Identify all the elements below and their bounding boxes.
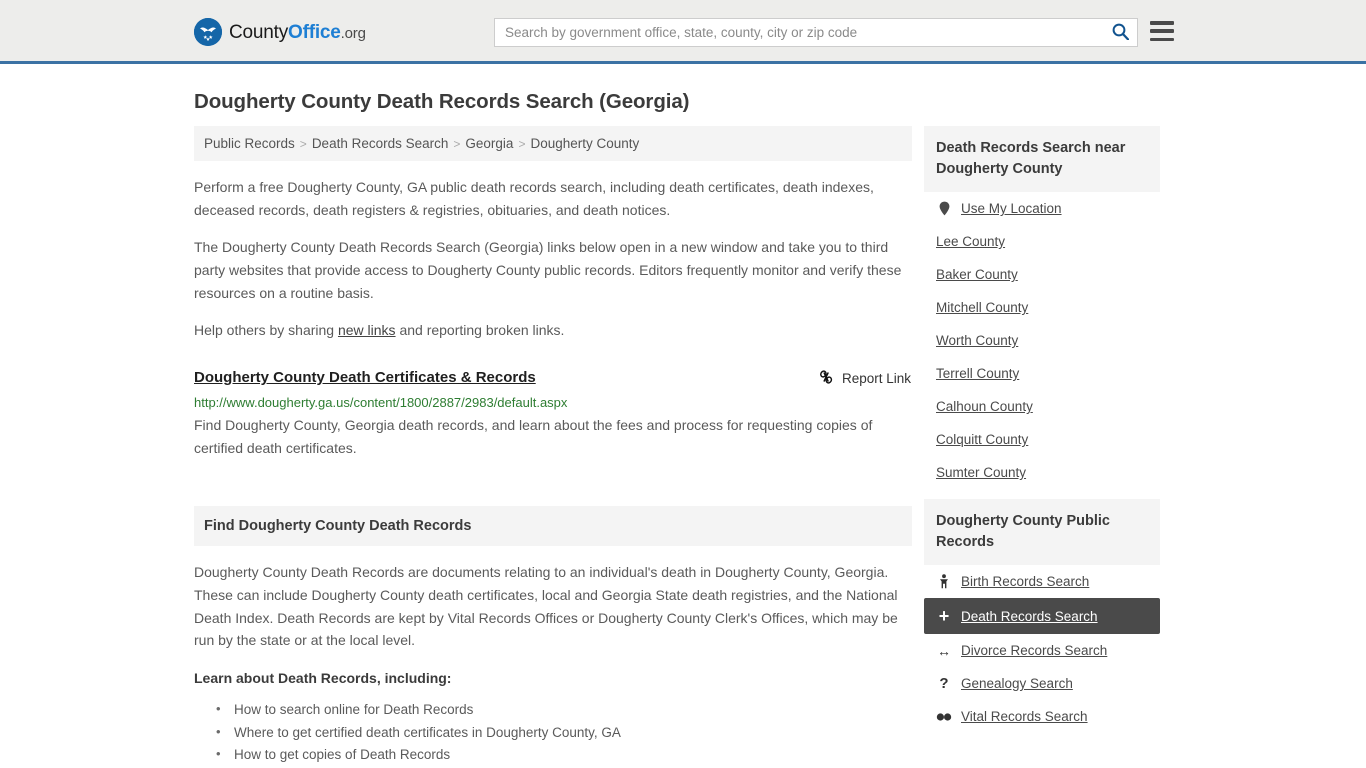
map-pin-icon xyxy=(936,201,952,216)
sidebar-item-label[interactable]: Sumter County xyxy=(936,465,1026,480)
sidebar-item-label[interactable]: Use My Location xyxy=(961,201,1062,216)
hamburger-bar xyxy=(1150,37,1174,41)
result-header-row: Dougherty County Death Certificates & Re… xyxy=(194,369,912,388)
list-item: Where to get certified death certificate… xyxy=(216,722,912,744)
list-item: How to get copies of Death Records xyxy=(216,744,912,766)
sidebar-item-label[interactable]: Colquitt County xyxy=(936,432,1028,447)
sidebar-item-calhoun-county[interactable]: Calhoun County xyxy=(924,390,1160,423)
sidebar-item-label[interactable]: Calhoun County xyxy=(936,399,1033,414)
nearby-searches-list: Use My Location Lee County Baker County … xyxy=(924,192,1160,489)
find-records-body: Dougherty County Death Records are docum… xyxy=(194,564,898,649)
public-records-list: Birth Records Search + Death Records Sea… xyxy=(924,565,1160,733)
help-suffix: and reporting broken links. xyxy=(395,322,565,339)
search-input[interactable] xyxy=(495,19,1103,46)
sidebar-item-lee-county[interactable]: Lee County xyxy=(924,225,1160,258)
page-container: Dougherty County Death Records Search (G… xyxy=(0,90,1366,768)
site-header: CountyOffice.org xyxy=(0,0,1366,64)
logo-part-org: .org xyxy=(340,24,366,42)
sidebar-item-use-my-location[interactable]: Use My Location xyxy=(924,192,1160,225)
sidebar: Death Records Search near Dougherty Coun… xyxy=(924,126,1160,743)
intro-paragraph-1: Perform a free Dougherty County, GA publ… xyxy=(194,179,874,218)
cross-plus-icon: + xyxy=(938,606,950,627)
breadcrumb-item-public-records[interactable]: Public Records xyxy=(204,136,295,151)
learn-about-list: How to search online for Death Records W… xyxy=(194,699,912,768)
sidebar-item-label[interactable]: Baker County xyxy=(936,267,1018,282)
public-records-panel: Dougherty County Public Records Birth Re… xyxy=(924,499,1160,733)
nearby-searches-panel: Death Records Search near Dougherty Coun… xyxy=(924,126,1160,489)
find-records-section-heading: Find Dougherty County Death Records xyxy=(194,506,912,547)
sidebar-item-label[interactable]: Divorce Records Search xyxy=(961,643,1107,658)
main-content: Public Records > Death Records Search > … xyxy=(194,126,912,768)
sidebar-item-genealogy-search[interactable]: ? Genealogy Search xyxy=(924,667,1160,700)
breadcrumb-separator: > xyxy=(518,136,526,151)
logo-part-office: Office xyxy=(288,21,341,43)
intro-paragraph-2: The Dougherty County Death Records Searc… xyxy=(194,239,902,301)
broken-link-icon xyxy=(818,369,834,388)
site-logo-text: CountyOffice.org xyxy=(229,23,366,42)
page-columns: Public Records > Death Records Search > … xyxy=(194,126,1172,768)
result-title-link[interactable]: Dougherty County Death Certificates & Re… xyxy=(194,369,536,386)
breadcrumb: Public Records > Death Records Search > … xyxy=(194,126,912,161)
result-entry: Dougherty County Death Certificates & Re… xyxy=(194,369,912,459)
sidebar-item-label[interactable]: Genealogy Search xyxy=(961,676,1073,691)
sidebar-item-label[interactable]: Birth Records Search xyxy=(961,574,1089,589)
breadcrumb-item-dougherty-county: Dougherty County xyxy=(530,136,640,151)
hamburger-bar xyxy=(1150,21,1174,25)
sidebar-item-vital-records-search[interactable]: Vital Records Search xyxy=(924,700,1160,733)
question-mark-icon: ? xyxy=(939,675,949,693)
sidebar-item-sumter-county[interactable]: Sumter County xyxy=(924,456,1160,489)
site-logo[interactable]: CountyOffice.org xyxy=(194,18,366,46)
nearby-searches-heading: Death Records Search near Dougherty Coun… xyxy=(924,126,1160,193)
search-icon xyxy=(1112,23,1129,43)
learn-about-label: Learn about Death Records, including: xyxy=(194,670,452,687)
sidebar-item-label[interactable]: Mitchell County xyxy=(936,300,1028,315)
sidebar-item-mitchell-county[interactable]: Mitchell County xyxy=(924,291,1160,324)
help-others-text: Help others by sharing new links and rep… xyxy=(194,319,912,342)
sidebar-item-baker-county[interactable]: Baker County xyxy=(924,258,1160,291)
sidebar-item-terrell-county[interactable]: Terrell County xyxy=(924,357,1160,390)
breadcrumb-item-death-records-search[interactable]: Death Records Search xyxy=(312,136,449,151)
sidebar-item-death-records-search[interactable]: + Death Records Search xyxy=(924,598,1160,635)
breadcrumb-separator: > xyxy=(299,136,307,151)
eagle-seal-icon xyxy=(194,18,222,46)
help-prefix: Help others by sharing xyxy=(194,322,338,339)
search-button[interactable] xyxy=(1103,19,1137,46)
hamburger-menu-icon[interactable] xyxy=(1150,21,1174,41)
hamburger-bar xyxy=(1150,29,1174,33)
public-records-heading: Dougherty County Public Records xyxy=(924,499,1160,566)
sidebar-item-worth-county[interactable]: Worth County xyxy=(924,324,1160,357)
binoculars-icon xyxy=(936,712,952,722)
sidebar-item-colquitt-county[interactable]: Colquitt County xyxy=(924,423,1160,456)
left-right-arrow-icon: ↔ xyxy=(937,642,951,659)
page-title: Dougherty County Death Records Search (G… xyxy=(194,90,690,113)
child-icon xyxy=(936,574,952,589)
sidebar-item-label[interactable]: Lee County xyxy=(936,234,1005,249)
sidebar-item-label[interactable]: Worth County xyxy=(936,333,1018,348)
search-bar[interactable] xyxy=(494,18,1138,47)
sidebar-item-label[interactable]: Death Records Search xyxy=(961,609,1098,624)
breadcrumb-separator: > xyxy=(453,136,461,151)
sidebar-item-label[interactable]: Terrell County xyxy=(936,366,1019,381)
sidebar-item-divorce-records-search[interactable]: ↔ Divorce Records Search xyxy=(924,634,1160,667)
result-description: Find Dougherty County, Georgia death rec… xyxy=(194,417,873,456)
report-link-label: Report Link xyxy=(841,371,911,387)
logo-part-county: County xyxy=(229,21,289,43)
list-item: How to search online for Death Records xyxy=(216,699,912,721)
result-url: http://www.dougherty.ga.us/content/1800/… xyxy=(194,395,568,411)
breadcrumb-item-georgia[interactable]: Georgia xyxy=(465,136,513,151)
report-link-button[interactable]: Report Link xyxy=(818,369,912,388)
sidebar-item-birth-records-search[interactable]: Birth Records Search xyxy=(924,565,1160,598)
sidebar-item-label[interactable]: Vital Records Search xyxy=(961,709,1088,724)
new-links-link[interactable]: new links xyxy=(338,322,396,338)
